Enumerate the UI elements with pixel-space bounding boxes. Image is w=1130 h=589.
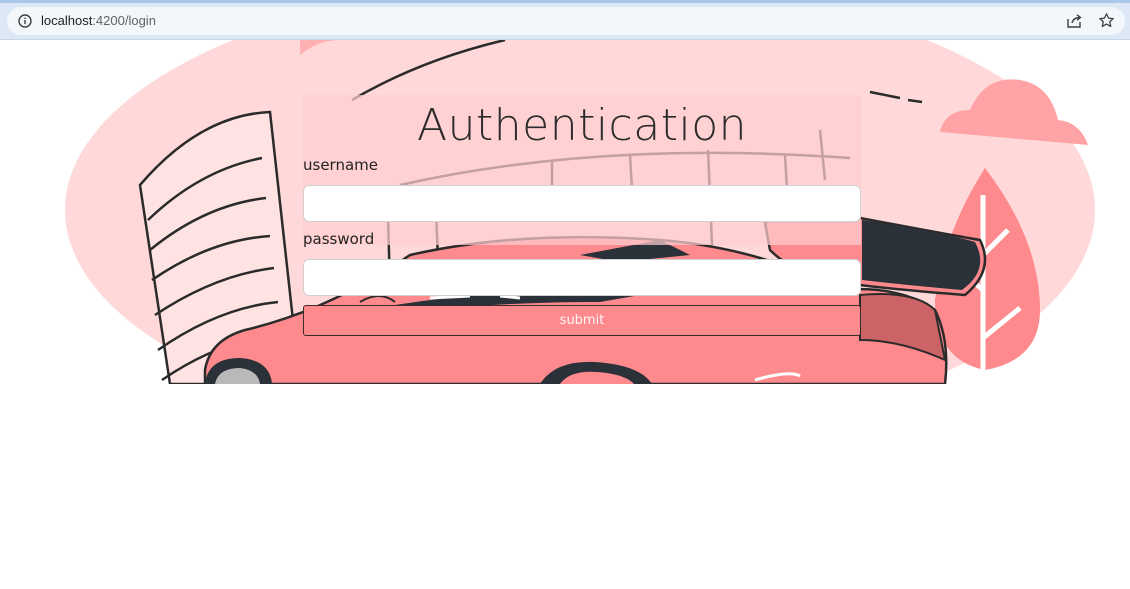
url-path: :4200/login [92,13,156,28]
submit-button[interactable]: submit [303,305,861,336]
password-input[interactable] [303,259,861,296]
username-label: username [303,156,378,174]
address-bar[interactable]: localhost:4200/login [7,7,1125,35]
login-page: Authentication username password submit [0,40,1130,589]
url-host: localhost [41,13,93,28]
browser-toolbar: localhost:4200/login [0,3,1130,40]
password-label: password [303,230,375,248]
info-icon[interactable] [18,14,32,28]
page-title: Authentication [417,100,747,151]
share-icon[interactable] [1065,13,1083,29]
url-text[interactable]: localhost:4200/login [41,12,156,30]
username-input[interactable] [303,185,861,222]
star-icon[interactable] [1098,12,1115,29]
